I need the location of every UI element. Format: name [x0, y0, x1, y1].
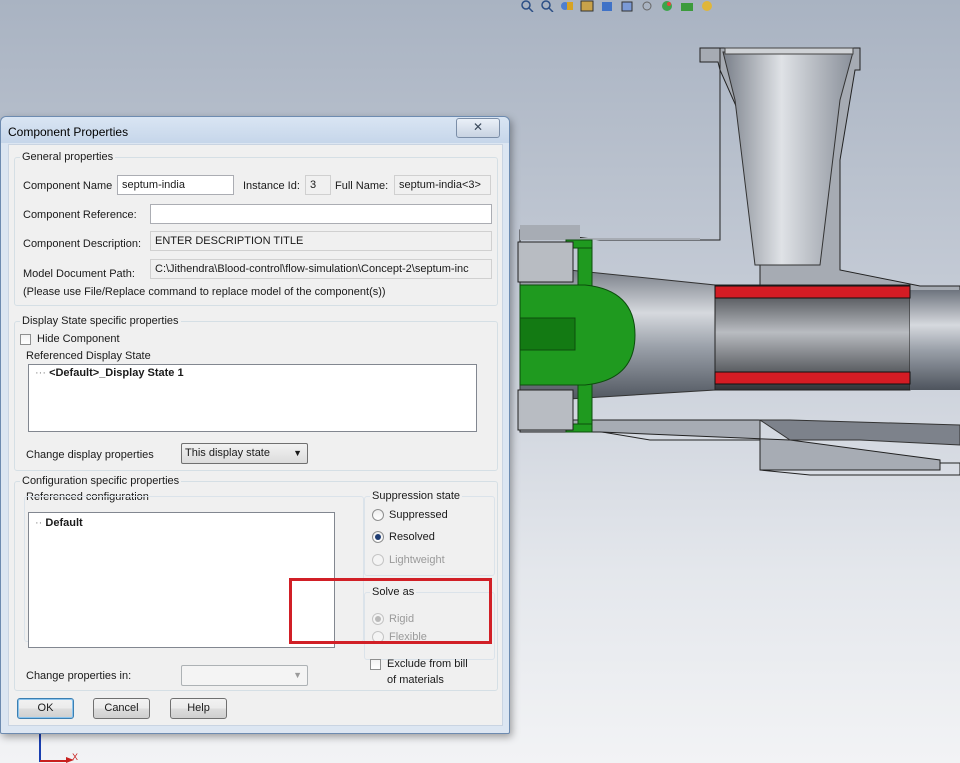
tree-line-icon: ··: [35, 517, 43, 529]
display-state-list[interactable]: ··· <Default>_Display State 1: [28, 364, 477, 432]
exclude-from-bom-checkbox[interactable]: [370, 659, 381, 670]
list-item[interactable]: ·· Default: [35, 517, 83, 529]
component-reference-input[interactable]: [150, 204, 492, 224]
full-name-field: septum-india<3>: [394, 175, 491, 195]
dropdown-arrow-icon: ▼: [293, 448, 302, 458]
zoom-to-area-icon[interactable]: [540, 0, 554, 12]
previous-view-icon[interactable]: [560, 0, 574, 12]
triad-x-label: X: [72, 752, 78, 762]
exclude-from-bom-label-line2: of materials: [387, 674, 444, 686]
instance-id-label: Instance Id:: [243, 180, 300, 192]
general-properties-group: General properties Component Name septum…: [14, 151, 498, 306]
component-reference-label: Component Reference:: [23, 209, 137, 221]
suppressed-label: Suppressed: [389, 509, 448, 521]
suppression-state-legend: Suppression state: [370, 490, 463, 502]
hide-component-label: Hide Component: [37, 333, 120, 345]
display-state-legend: Display State specific properties: [20, 315, 181, 327]
view-orientation-icon[interactable]: [600, 0, 614, 12]
model-path-field: C:\Jithendra\Blood-control\flow-simulati…: [150, 259, 492, 279]
tree-line-icon: ···: [35, 367, 46, 379]
referenced-display-state-label: Referenced Display State: [26, 350, 151, 362]
close-icon: ✕: [472, 120, 484, 134]
ok-button[interactable]: OK: [17, 698, 74, 719]
apply-scene-icon[interactable]: [680, 0, 694, 12]
lightweight-radio[interactable]: [372, 554, 384, 566]
display-state-item-label: <Default>_Display State 1: [49, 367, 184, 379]
resolved-label: Resolved: [389, 531, 435, 543]
edit-appearance-icon[interactable]: [660, 0, 674, 12]
component-description-label: Component Description:: [23, 238, 142, 250]
component-name-input[interactable]: septum-india: [117, 175, 234, 195]
dropdown-arrow-icon: ▼: [293, 670, 302, 680]
change-properties-in-label: Change properties in:: [26, 670, 132, 682]
view-settings-icon[interactable]: [700, 0, 714, 12]
display-style-icon[interactable]: [620, 0, 634, 12]
list-item[interactable]: ··· <Default>_Display State 1: [35, 367, 184, 379]
zoom-to-fit-icon[interactable]: [520, 0, 534, 12]
help-button[interactable]: Help: [170, 698, 227, 719]
exclude-from-bom-label-line1: Exclude from bill: [387, 658, 468, 670]
close-button[interactable]: ✕: [456, 118, 500, 138]
dialog-titlebar[interactable]: Component Properties ✕: [1, 117, 509, 143]
resolved-radio[interactable]: [372, 531, 384, 543]
section-view-icon[interactable]: [580, 0, 594, 12]
annotation-highlight-box: [289, 578, 492, 644]
hide-show-items-icon[interactable]: [640, 0, 654, 12]
suppressed-radio[interactable]: [372, 509, 384, 521]
display-state-group: Display State specific properties Hide C…: [14, 315, 498, 471]
configuration-item-label: Default: [45, 517, 83, 529]
suppression-state-group: Suppression state Suppressed Resolved Li…: [364, 490, 495, 576]
change-display-properties-label: Change display properties: [26, 449, 154, 461]
component-description-field: ENTER DESCRIPTION TITLE: [150, 231, 492, 251]
replace-note: (Please use File/Replace command to repl…: [23, 286, 386, 298]
view-toolbar: [520, 0, 714, 14]
cancel-button[interactable]: Cancel: [93, 698, 150, 719]
change-display-properties-value: This display state: [185, 447, 270, 459]
component-name-label: Component Name: [23, 180, 113, 192]
hide-component-checkbox[interactable]: [20, 334, 31, 345]
full-name-label: Full Name:: [335, 180, 389, 192]
configuration-legend: Configuration specific properties: [20, 475, 182, 487]
model-path-label: Model Document Path:: [23, 268, 135, 280]
change-properties-in-dropdown[interactable]: ▼: [181, 665, 308, 686]
instance-id-field: 3: [305, 175, 331, 195]
dialog-title: Component Properties: [8, 125, 129, 139]
lightweight-label: Lightweight: [389, 554, 445, 566]
change-display-properties-dropdown[interactable]: This display state ▼: [181, 443, 308, 464]
general-properties-legend: General properties: [20, 151, 116, 163]
